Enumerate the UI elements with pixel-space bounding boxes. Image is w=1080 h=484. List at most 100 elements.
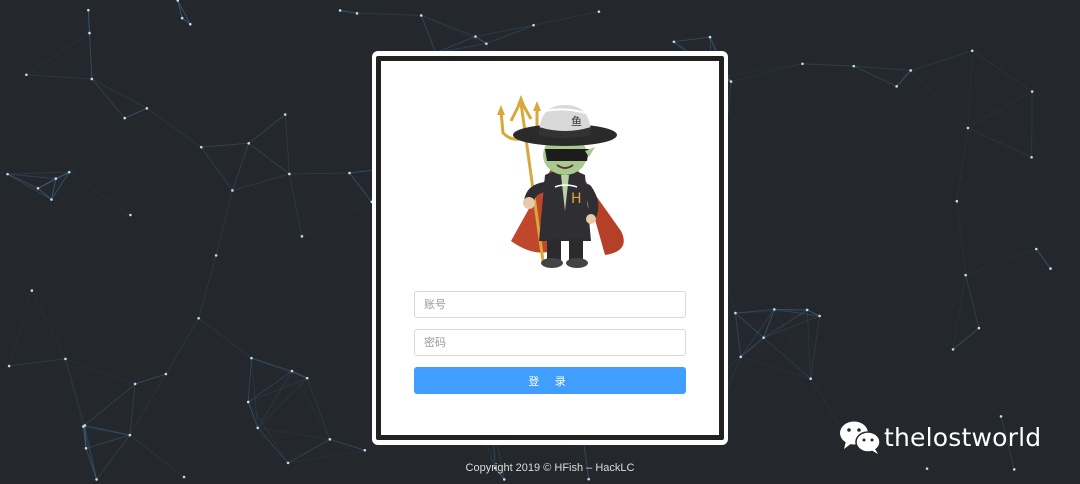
network-node [355,12,359,15]
watermark: thelostworld [838,417,1041,457]
network-node [966,126,970,130]
network-line [357,13,436,52]
network-node [762,336,765,339]
network-line [8,290,33,367]
network-line [68,117,126,173]
network-line [251,357,293,372]
network-line [956,127,969,202]
network-line [730,63,803,83]
network-node [474,35,477,38]
network-line [124,117,202,148]
network-line [533,11,600,26]
login-card: H 鱼 账号 登 录 [372,51,728,445]
network-line [9,358,66,367]
network-node [54,177,58,180]
wechat-icon [840,421,881,454]
network-line [952,275,967,350]
network-node [67,170,71,174]
network-line [740,309,808,358]
account-input[interactable] [414,291,686,318]
network-line [166,374,248,402]
network-line [166,358,252,374]
network-node [955,199,959,203]
network-node [290,369,294,373]
network-line [83,425,130,436]
network-line [198,255,217,319]
network-node [197,316,200,320]
network-node [925,467,929,470]
network-line [1035,248,1051,269]
network-line [37,187,52,200]
svg-text:鱼: 鱼 [571,114,582,128]
network-line [247,358,252,403]
network-line [486,24,534,45]
devil-mascot-icon: H 鱼 [497,95,624,268]
network-line [967,91,1033,129]
network-line [288,378,307,463]
network-line [598,11,675,43]
network-line [284,114,290,174]
network-line [231,143,250,191]
network-node [6,172,9,176]
network-line [215,190,233,256]
network-line [910,50,973,71]
network-line [184,428,258,477]
network-line [83,383,136,427]
network-line [97,477,184,479]
network-node [587,477,590,481]
network-line [85,434,131,449]
network-node [1012,468,1016,471]
network-node [129,213,132,217]
network-node [84,447,88,450]
network-line [88,0,177,10]
network-line [289,172,350,175]
network-line [177,0,183,19]
network-line [146,107,202,148]
network-line [740,356,811,380]
network-node [88,31,91,35]
network-line [64,358,84,427]
network-line [421,14,476,37]
svg-text:H: H [571,191,582,207]
network-node [1030,90,1034,93]
network-node [1030,155,1033,159]
network-node [895,85,898,88]
network-node [532,23,535,27]
login-card-frame: H 鱼 账号 登 录 [376,56,724,440]
network-node [250,356,253,360]
password-input[interactable] [414,329,686,356]
network-line [7,171,70,175]
network-node [25,73,28,77]
network-line [248,114,286,144]
network-line [967,50,973,129]
network-node [818,314,821,318]
network-line [91,78,126,119]
login-button[interactable]: 登 录 [414,367,686,394]
network-line [971,50,1033,92]
network-node [805,308,809,312]
network-line [956,201,967,276]
network-line [201,142,249,148]
network-node [90,77,94,81]
network-node [87,8,90,12]
network-node [188,22,192,26]
network-line [288,173,303,237]
network-node [145,107,149,110]
network-line [291,370,331,440]
network-node [50,198,53,201]
network-node [128,433,132,437]
network-node [672,40,676,44]
network-line [216,236,302,255]
network-line [257,427,289,464]
network-line [349,172,373,203]
network-line [26,32,90,76]
network-line [725,63,803,77]
network-line [198,317,252,359]
network-node [199,145,203,149]
network-line [232,173,290,191]
network-line [82,426,98,480]
network-line [734,313,742,357]
network-line [965,274,980,329]
network-node [773,308,776,311]
network-node [64,357,67,361]
